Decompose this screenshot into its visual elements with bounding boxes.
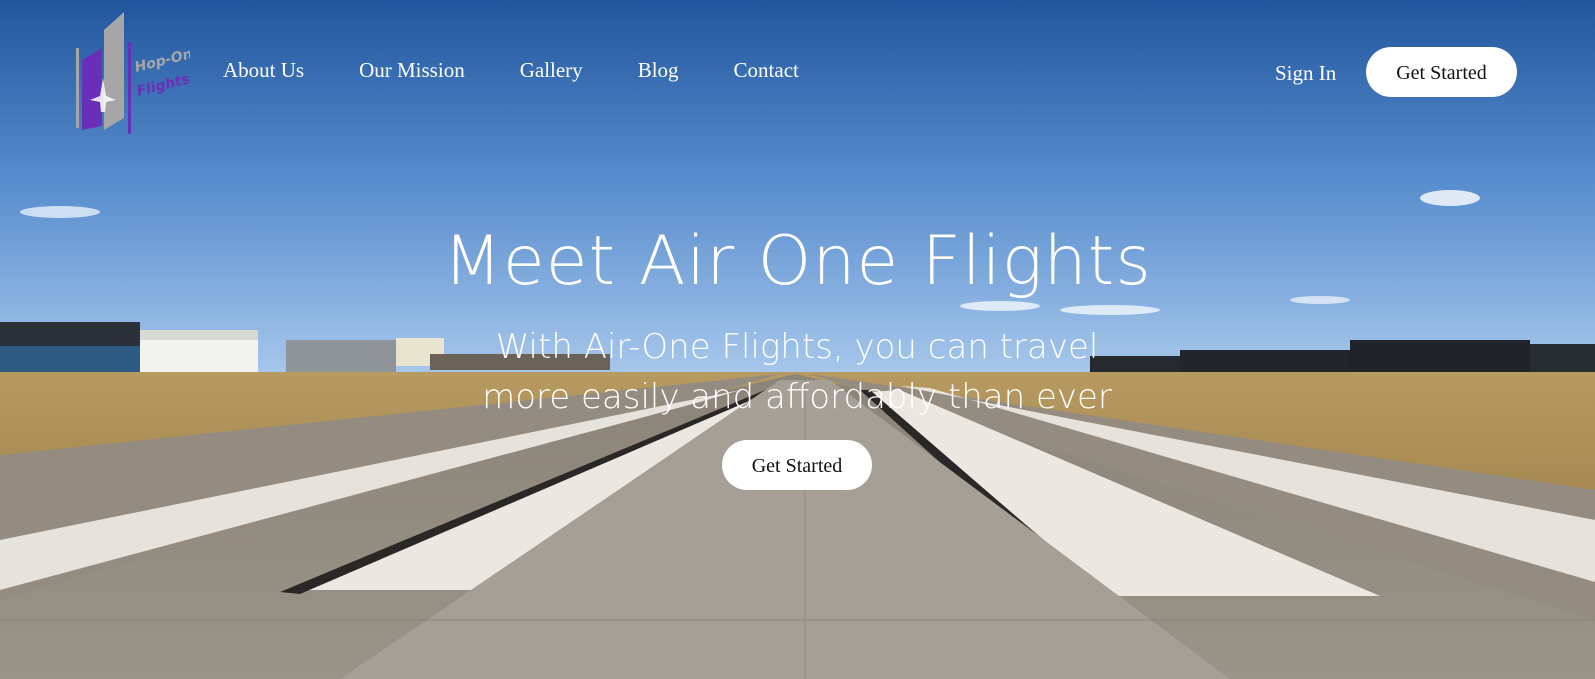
main-nav: About Us Our Mission Gallery Blog Contac… bbox=[223, 58, 854, 83]
nav-gallery[interactable]: Gallery bbox=[520, 58, 583, 83]
nav-contact[interactable]: Contact bbox=[734, 58, 799, 83]
sign-in-link[interactable]: Sign In bbox=[1275, 61, 1336, 86]
logo-text-line2: Flights bbox=[135, 71, 190, 100]
nav-our-mission[interactable]: Our Mission bbox=[359, 58, 465, 83]
nav-blog[interactable]: Blog bbox=[638, 58, 679, 83]
hero-get-started-button[interactable]: Get Started bbox=[722, 440, 872, 490]
hero-subtitle: With Air-One Flights, you can travel mor… bbox=[482, 327, 1112, 417]
hero-title: Meet Air One Flights bbox=[443, 222, 1152, 301]
nav-about-us[interactable]: About Us bbox=[223, 58, 304, 83]
logo-text-line1: Hop-On bbox=[133, 46, 190, 76]
hero-section: Hop-On Flights About Us Our Mission Gall… bbox=[0, 0, 1595, 679]
header-get-started-button[interactable]: Get Started bbox=[1366, 47, 1517, 97]
hop-on-flights-logo[interactable]: Hop-On Flights bbox=[70, 8, 190, 140]
